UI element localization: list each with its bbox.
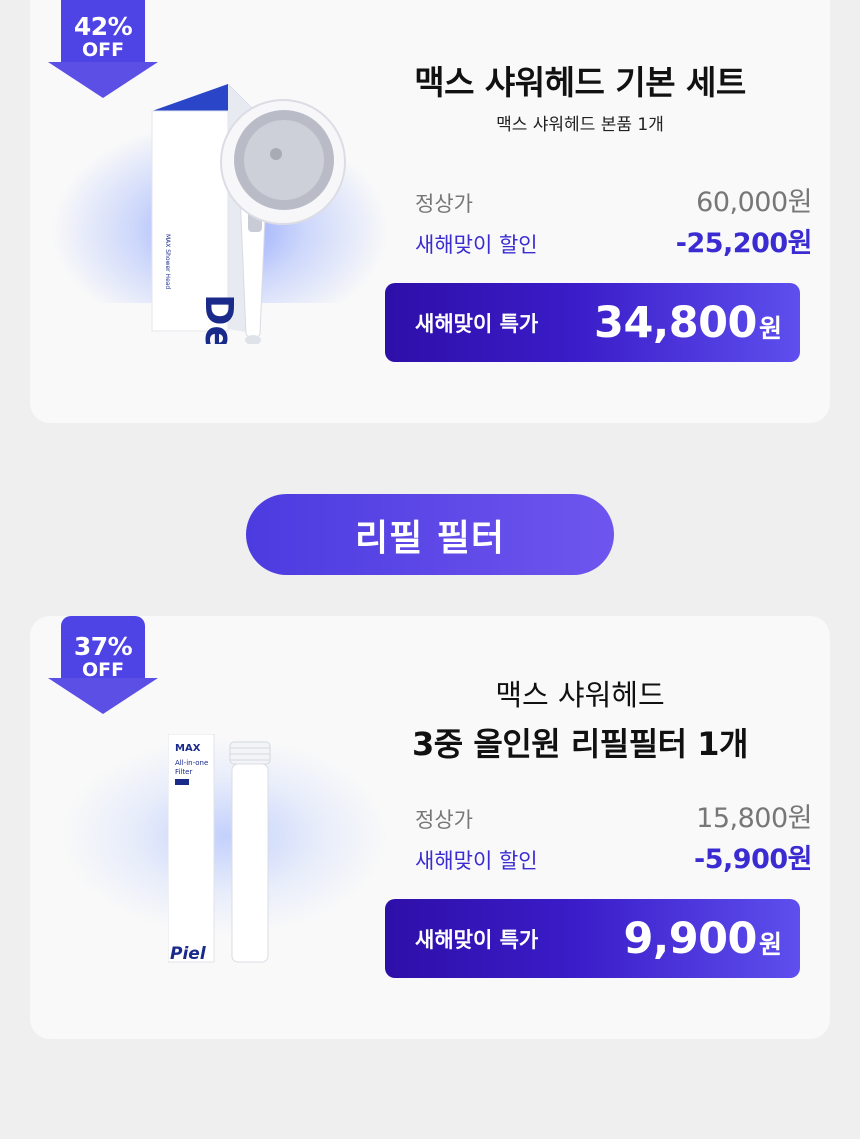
section-pill-refill-filter: 리필 필터 <box>246 494 614 575</box>
badge-off: OFF <box>81 659 125 681</box>
box-brand: MAX <box>175 743 201 754</box>
refill-filter-product-image: MAX All-in-one Filter Piel <box>168 734 271 964</box>
box-logo: Piel <box>170 944 207 964</box>
shower-head-product-image: De MAX Shower Head <box>151 84 346 344</box>
badge-percent: 42% <box>73 12 133 41</box>
product-card-refill-filter[interactable]: MAX All-in-one Filter Piel 37% OFF 맥스 샤워… <box>30 616 830 1039</box>
product-subtitle: 맥스 샤워헤드 본품 1개 <box>496 115 664 135</box>
discount-label: 새해맞이 할인 <box>415 233 538 257</box>
sale-price-unit: 원 <box>758 929 782 959</box>
regular-price-row: 정상가 15,800원 <box>415 796 812 835</box>
badge-off: OFF <box>81 39 125 61</box>
sale-price-number: 9,900 <box>623 913 757 964</box>
regular-price-value: 60,000원 <box>696 187 812 218</box>
box-line1: All-in-one <box>175 759 208 767</box>
sale-price-button[interactable]: 새해맞이 특가 9,900 원 <box>385 899 800 978</box>
product-title-line2: 3중 올인원 리필필터 1개 <box>412 725 748 763</box>
discount-value: -5,900원 <box>694 844 812 875</box>
discount-badge: 42% OFF <box>48 0 158 98</box>
product-card-showerhead-set[interactable]: De MAX Shower Head 42% OFF 맥스 샤워헤드 기본 세트… <box>30 0 830 423</box>
badge-arrow <box>48 62 158 98</box>
discount-row: 새해맞이 할인 -5,900원 <box>415 837 812 876</box>
box-line2: Filter <box>175 768 192 776</box>
discount-label: 새해맞이 할인 <box>415 849 538 873</box>
sale-label: 새해맞이 특가 <box>415 311 539 336</box>
sale-price-unit: 원 <box>758 313 782 343</box>
discount-row: 새해맞이 할인 -25,200원 <box>415 221 813 260</box>
svg-text:De: De <box>197 294 241 344</box>
sale-price-number: 34,800 <box>594 297 757 348</box>
regular-price-label: 정상가 <box>415 192 473 216</box>
sale-price: 9,900 원 <box>623 914 782 964</box>
sale-price-button[interactable]: 새해맞이 특가 34,800 원 <box>385 283 800 362</box>
badge-percent: 37% <box>73 632 133 661</box>
regular-price-value: 15,800원 <box>696 803 812 834</box>
product-title-line1: 맥스 샤워헤드 <box>495 678 665 712</box>
product-title: 맥스 샤워헤드 기본 세트 <box>414 63 746 102</box>
badge-arrow <box>48 678 158 714</box>
sale-price: 34,800 원 <box>594 298 782 348</box>
regular-price-label: 정상가 <box>415 808 473 832</box>
sale-label: 새해맞이 특가 <box>415 927 539 952</box>
regular-price-row: 정상가 60,000원 <box>415 180 812 219</box>
discount-badge: 37% OFF <box>48 616 158 714</box>
discount-value: -25,200원 <box>675 228 813 259</box>
svg-text:MAX Shower Head: MAX Shower Head <box>164 234 171 289</box>
